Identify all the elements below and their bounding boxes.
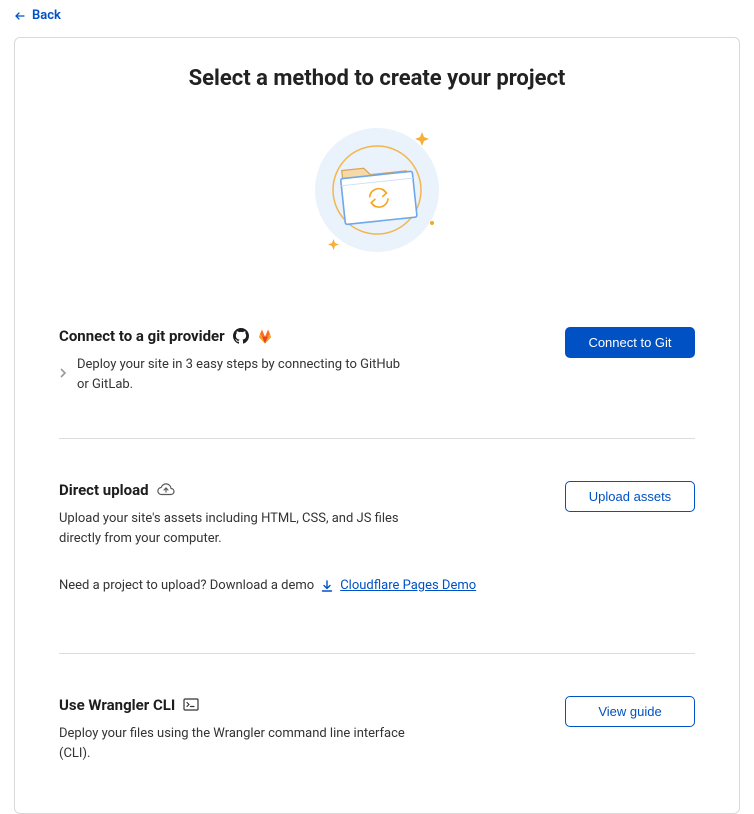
- page-title: Select a method to create your project: [59, 66, 695, 91]
- hero-illustration: [59, 115, 695, 265]
- wrangler-section-title: Use Wrangler CLI: [59, 696, 175, 714]
- wrangler-section-desc: Deploy your files using the Wrangler com…: [59, 724, 565, 763]
- divider: [59, 438, 695, 439]
- back-link[interactable]: Back: [0, 0, 75, 27]
- divider: [59, 653, 695, 654]
- view-guide-button[interactable]: View guide: [565, 696, 695, 727]
- arrow-left-icon: [14, 10, 26, 22]
- gitlab-icon: [257, 328, 273, 344]
- create-project-panel: Select a method to create your project: [14, 37, 740, 814]
- section-git: Connect to a git provider Deploy your si…: [59, 321, 695, 424]
- cloudflare-pages-demo-link[interactable]: Cloudflare Pages Demo: [340, 578, 476, 593]
- back-label: Back: [32, 8, 61, 23]
- demo-prompt: Need a project to upload? Download a dem…: [59, 578, 314, 593]
- github-icon: [233, 328, 249, 344]
- cloud-upload-icon: [157, 483, 175, 497]
- terminal-icon: [183, 698, 199, 712]
- upload-section-desc: Upload your site's assets including HTML…: [59, 509, 565, 548]
- connect-to-git-button[interactable]: Connect to Git: [565, 327, 695, 358]
- upload-assets-button[interactable]: Upload assets: [565, 481, 695, 512]
- section-upload: Direct upload Upload your site's assets …: [59, 475, 695, 623]
- download-icon: [320, 579, 334, 593]
- git-section-desc: Deploy your site in 3 easy steps by conn…: [77, 355, 405, 394]
- chevron-right-icon: [59, 368, 67, 381]
- upload-section-title: Direct upload: [59, 481, 149, 499]
- section-wrangler: Use Wrangler CLI Deploy your files using…: [59, 690, 695, 773]
- git-section-title: Connect to a git provider: [59, 327, 225, 345]
